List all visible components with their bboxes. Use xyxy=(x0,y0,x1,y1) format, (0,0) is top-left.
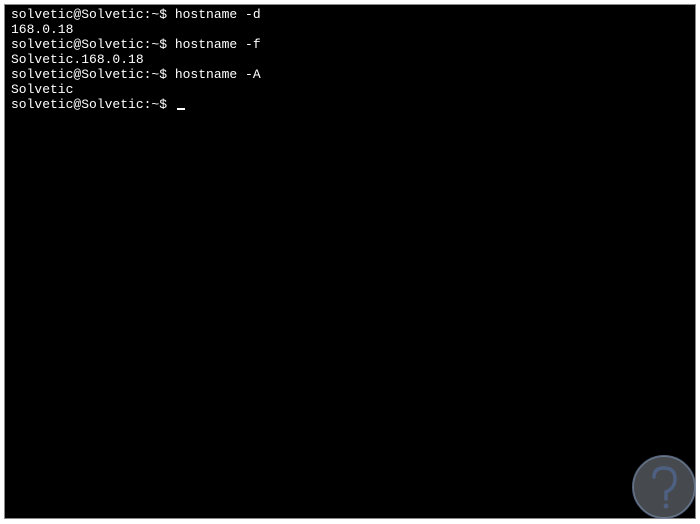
terminal-output: Solvetic.168.0.18 xyxy=(11,52,689,67)
shell-command: hostname -A xyxy=(175,67,261,82)
terminal-line: solvetic@Solvetic:~$ hostname -f xyxy=(11,37,689,52)
shell-prompt: solvetic@Solvetic:~$ xyxy=(11,67,175,82)
cursor-icon xyxy=(177,108,185,110)
terminal-line: solvetic@Solvetic:~$ hostname -d xyxy=(11,7,689,22)
shell-command: hostname -f xyxy=(175,37,261,52)
shell-prompt: solvetic@Solvetic:~$ xyxy=(11,7,175,22)
terminal-output: 168.0.18 xyxy=(11,22,689,37)
terminal-output: Solvetic xyxy=(11,82,689,97)
shell-command: hostname -d xyxy=(175,7,261,22)
shell-prompt: solvetic@Solvetic:~$ xyxy=(11,97,175,112)
shell-prompt: solvetic@Solvetic:~$ xyxy=(11,37,175,52)
terminal-line: solvetic@Solvetic:~$ hostname -A xyxy=(11,67,689,82)
terminal-line: solvetic@Solvetic:~$ xyxy=(11,97,689,112)
terminal-window[interactable]: solvetic@Solvetic:~$ hostname -d 168.0.1… xyxy=(4,4,696,519)
